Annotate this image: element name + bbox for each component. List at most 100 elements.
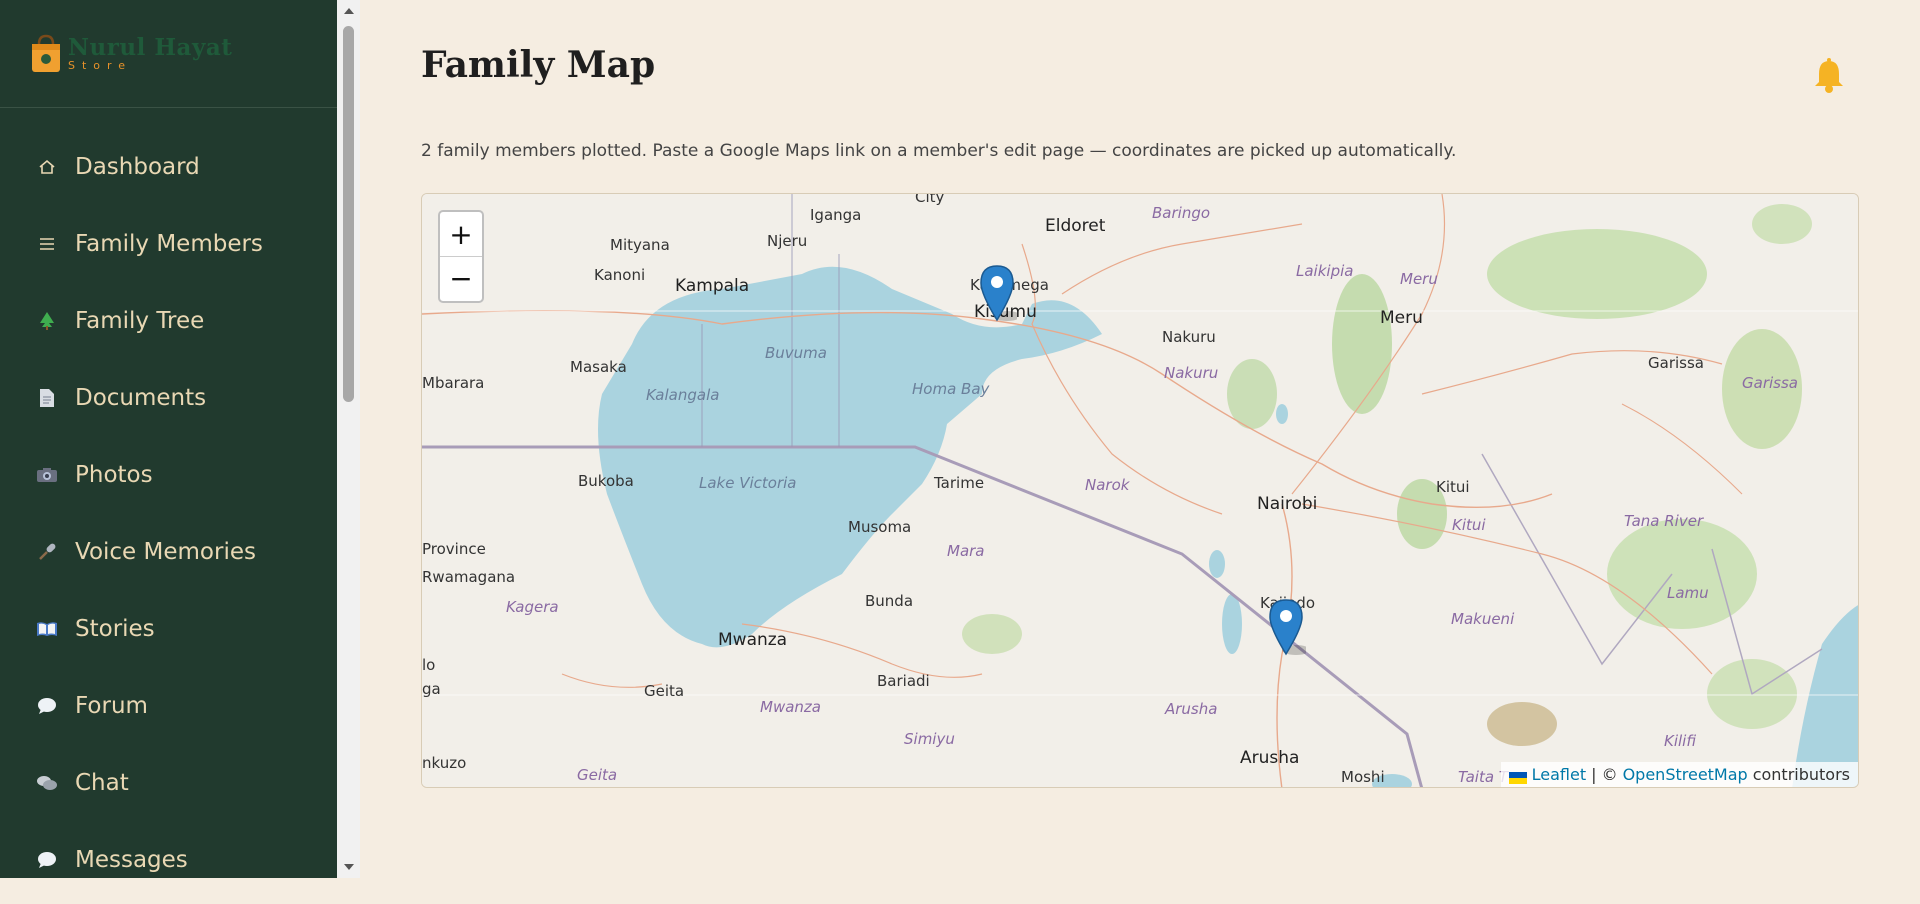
ukraine-flag-icon — [1508, 769, 1527, 784]
map-label: Homa Bay — [912, 380, 990, 398]
family-member-marker[interactable] — [1266, 598, 1310, 658]
map-label: Mwanza — [760, 698, 821, 716]
map-label: Meru — [1380, 308, 1423, 328]
map-label: Mara — [947, 542, 985, 560]
sidebar-item-dashboard[interactable]: Dashboard — [0, 128, 337, 205]
brand-name: Nurul Hayat — [68, 34, 233, 61]
sidebar-item-stories[interactable]: Stories — [0, 590, 337, 667]
map-label: Eldoret — [1045, 216, 1106, 236]
leaflet-link[interactable]: Leaflet — [1532, 765, 1586, 784]
map-label: Arusha — [1165, 700, 1218, 718]
map-label: Bukoba — [578, 472, 634, 490]
sidebar-item-forum[interactable]: Forum — [0, 667, 337, 744]
map-label: Narok — [1085, 476, 1130, 494]
map-label: Mbarara — [422, 374, 485, 392]
map-attribution: Leaflet | © OpenStreetMap contributors — [1500, 762, 1858, 787]
map-label: Lamu — [1667, 584, 1709, 602]
book-icon — [34, 616, 60, 642]
sidebar-item-messages[interactable]: Messages — [0, 821, 337, 878]
map-label: Bunda — [865, 592, 914, 610]
map-label: Arusha — [1240, 748, 1300, 768]
sidebar-item-family-members[interactable]: Family Members — [0, 205, 337, 282]
map-label: Nairobi — [1257, 494, 1318, 514]
zoom-out-button[interactable]: − — [440, 256, 482, 300]
map-label: ga — [422, 680, 441, 698]
map-label: Simiyu — [904, 730, 955, 748]
map-label: Rwamagana — [422, 568, 516, 586]
sidebar-nav: Dashboard Family Members Family Tree Doc… — [0, 108, 337, 878]
sidebar-item-label: Stories — [75, 615, 155, 642]
sidebar-item-documents[interactable]: Documents — [0, 359, 337, 436]
sidebar-item-label: Family Members — [75, 230, 263, 257]
map-label: Kilifi — [1664, 732, 1697, 750]
sidebar-item-label: Family Tree — [75, 307, 205, 334]
camera-icon — [34, 462, 60, 488]
map-label: Geita — [644, 682, 685, 700]
page-title: Family Map — [421, 44, 656, 86]
sidebar-scrollbar[interactable] — [337, 0, 360, 878]
map-label: Garissa — [1742, 374, 1798, 392]
sidebar-item-label: Chat — [75, 769, 129, 796]
map-label: Geita — [577, 766, 618, 784]
map-label: Kagera — [506, 598, 559, 616]
map-label: City — [915, 193, 945, 206]
map-label: Kitui — [1436, 478, 1470, 496]
map-label: Meru — [1400, 270, 1438, 288]
map-label: Lake Victoria — [699, 474, 797, 492]
map-label: Province — [422, 540, 486, 558]
map-label: Tarime — [934, 474, 985, 492]
sidebar-item-label: Documents — [75, 384, 207, 411]
map-label: Kitui — [1452, 516, 1486, 534]
bell-icon[interactable] — [1812, 58, 1846, 94]
message-icon — [34, 847, 60, 873]
brand-subtitle: Store — [68, 59, 133, 72]
map-label: Kalangala — [646, 386, 720, 404]
sidebar-item-label: Dashboard — [75, 153, 200, 180]
home-icon — [34, 154, 60, 180]
map-label: Nakuru — [1162, 328, 1216, 346]
chat-bubbles-icon — [34, 770, 60, 796]
microphone-icon — [34, 539, 60, 565]
map-label: Bariadi — [877, 672, 930, 690]
attribution-contributors: contributors — [1752, 765, 1850, 784]
sidebar-item-chat[interactable]: Chat — [0, 744, 337, 821]
main-content: Family Map 2 family members plotted. Pas… — [360, 0, 1920, 904]
map-label: nkuzo — [422, 754, 467, 772]
list-icon — [34, 231, 60, 257]
brand-logo[interactable]: Nurul Hayat Store — [0, 0, 337, 108]
zoom-in-button[interactable]: + — [440, 212, 482, 256]
map-label: Nakuru — [1164, 364, 1219, 382]
zoom-control: + − — [438, 210, 484, 303]
map-label: Buvuma — [765, 344, 827, 362]
sidebar-item-label: Voice Memories — [75, 538, 256, 565]
map-label: Musoma — [848, 518, 912, 536]
sidebar-item-label: Photos — [75, 461, 153, 488]
sidebar-item-label: Messages — [75, 846, 188, 873]
page-description: 2 family members plotted. Paste a Google… — [421, 141, 1457, 161]
map-label: Kampala — [675, 276, 750, 296]
map-label: lo — [422, 656, 436, 674]
map-label: Makueni — [1451, 610, 1515, 628]
map-label: Masaka — [570, 358, 627, 376]
sidebar-item-label: Forum — [75, 692, 148, 719]
family-map[interactable]: City Eldoret Baringo Iganga Njeru Mityan… — [421, 193, 1859, 788]
map-label: Tana River — [1624, 512, 1704, 530]
family-member-marker[interactable] — [977, 264, 1021, 324]
tree-icon — [34, 308, 60, 334]
map-label: Mityana — [610, 236, 670, 254]
sidebar-item-photos[interactable]: Photos — [0, 436, 337, 513]
scroll-up-arrow-icon[interactable] — [337, 0, 360, 22]
map-label: Garissa — [1648, 354, 1704, 372]
scroll-down-arrow-icon[interactable] — [337, 856, 360, 878]
speech-bubble-icon — [34, 693, 60, 719]
openstreetmap-link[interactable]: OpenStreetMap — [1623, 765, 1748, 784]
sidebar-item-voice-memories[interactable]: Voice Memories — [0, 513, 337, 590]
map-label: Moshi — [1341, 768, 1385, 786]
map-label: Mwanza — [718, 630, 788, 650]
scrollbar-thumb[interactable] — [343, 26, 354, 402]
sidebar-item-family-tree[interactable]: Family Tree — [0, 282, 337, 359]
sidebar: Nurul Hayat Store Dashboard Family Membe… — [0, 0, 337, 878]
map-label: Njeru — [767, 232, 808, 250]
map-label: Laikipia — [1296, 262, 1354, 280]
map-label: Baringo — [1152, 204, 1211, 222]
